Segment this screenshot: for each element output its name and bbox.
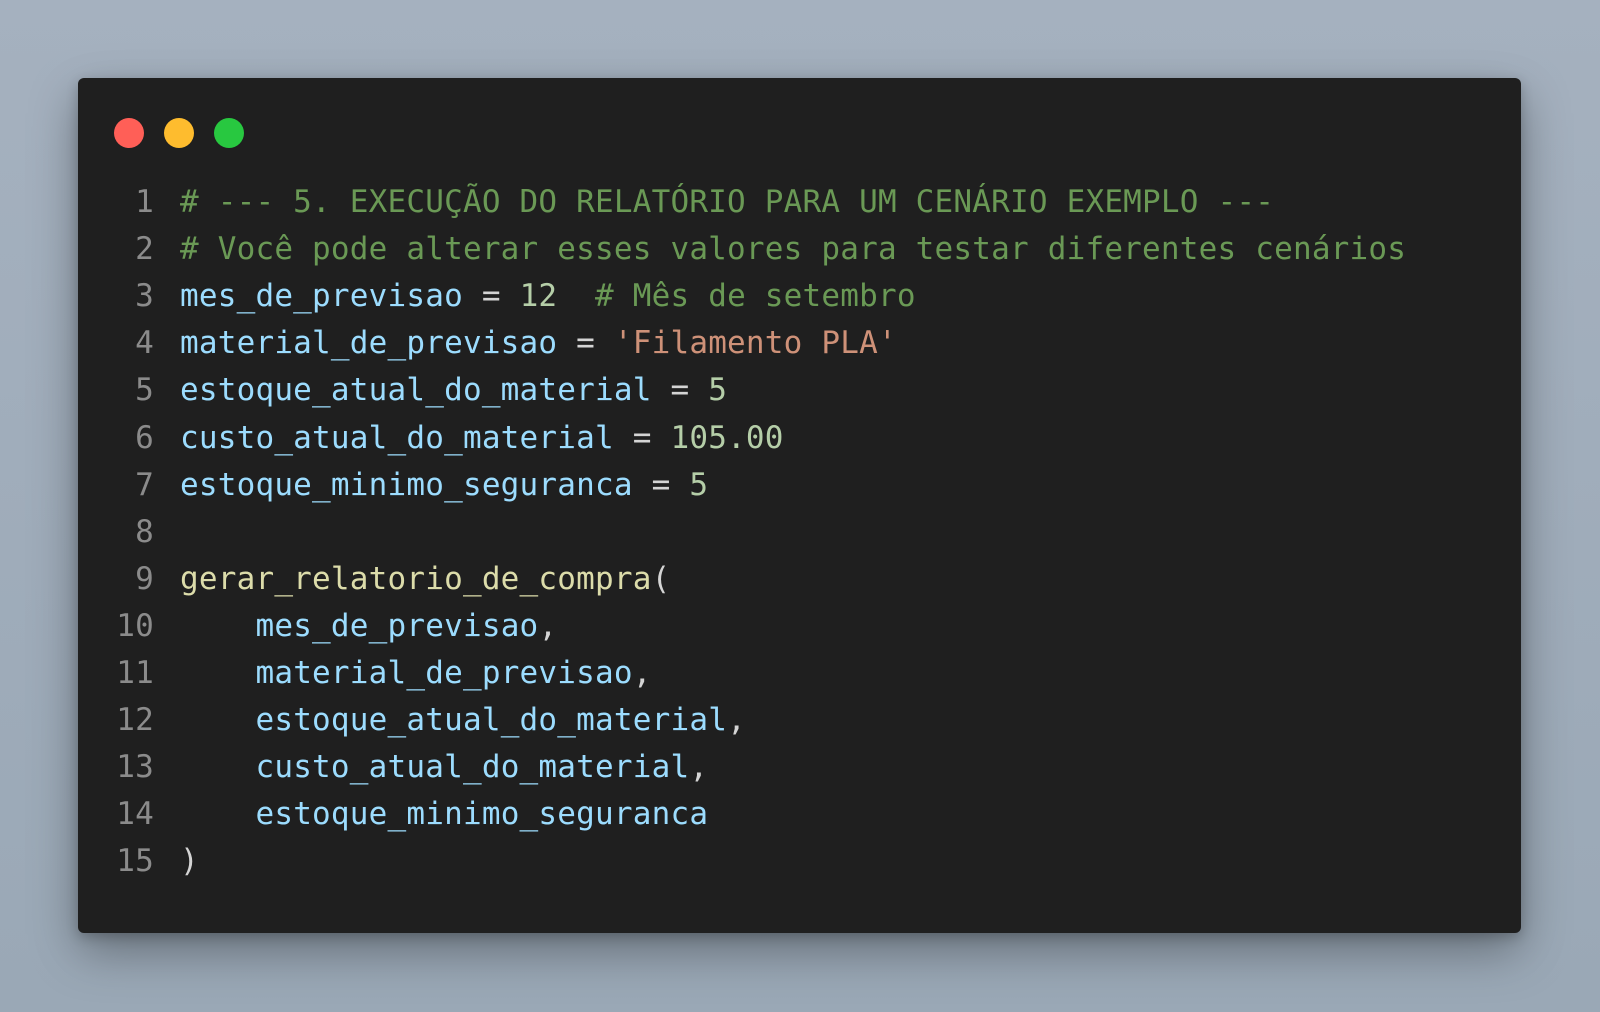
line-number: 12 (116, 702, 154, 739)
code-token-punc: , (632, 655, 652, 691)
line-source: material_de_previsao, (180, 649, 652, 697)
line-source: custo_atual_do_material = 105.00 (180, 414, 784, 462)
line-source: # --- 5. EXECUÇÃO DO RELATÓRIO PARA UM C… (180, 178, 1274, 226)
maximize-button[interactable] (214, 118, 244, 148)
line-source: estoque_atual_do_material = 5 (180, 366, 727, 414)
close-button[interactable] (114, 118, 144, 148)
code-token-op (180, 655, 255, 691)
code-window: 1 # --- 5. EXECUÇÃO DO RELATÓRIO PARA UM … (78, 78, 1521, 933)
line-number: 4 (135, 325, 154, 362)
code-token-op: = (557, 325, 614, 362)
line-number: 6 (135, 419, 154, 456)
code-token-var: estoque_minimo_seguranca (255, 796, 709, 833)
code-token-op: = (462, 278, 520, 315)
code-token-punc: , (689, 749, 709, 786)
line-source: mes_de_previsao = 12 # Mês de setembro (180, 272, 916, 320)
code-token-var: mes_de_previsao (255, 607, 539, 644)
code-token-punc: , (727, 702, 746, 739)
line-source: gerar_relatorio_de_compra( (180, 555, 670, 603)
code-token-punc: ) (180, 843, 199, 880)
code-token-var: custo_atual_do_material (180, 419, 614, 456)
line-number: 1 (135, 184, 154, 220)
code-token-var: material_de_previsao (255, 655, 633, 691)
code-token-num: 105.00 (670, 419, 784, 456)
line-source: estoque_minimo_seguranca (180, 790, 708, 838)
code-token-op (180, 796, 255, 832)
code-token-var: mes_de_previsao (180, 278, 463, 315)
code-token-op (180, 749, 255, 785)
code-token-var: custo_atual_do_material (255, 749, 690, 786)
code-token-op (180, 702, 255, 738)
code-token-op (180, 608, 255, 644)
code-token-str: 'Filamento PLA' (613, 325, 897, 362)
code-token-op: = (632, 466, 690, 503)
line-number: 3 (135, 278, 154, 315)
line-number: 2 (135, 231, 154, 268)
line-source: estoque_minimo_seguranca = 5 (180, 461, 708, 509)
code-token-punc: , (538, 607, 558, 644)
code-token-comment: # --- 5. EXECUÇÃO DO RELATÓRIO PARA UM C… (180, 184, 1275, 220)
line-source: ) (180, 837, 199, 885)
line-number: 11 (116, 655, 154, 691)
code-token-fn: gerar_relatorio_de_compra (180, 560, 652, 597)
line-source: custo_atual_do_material, (180, 743, 708, 791)
code-token-punc: ( (651, 560, 671, 597)
code-token-num: 5 (708, 372, 728, 409)
code-token-op: = (613, 419, 671, 456)
code-token-num: 12 (519, 278, 558, 315)
line-source: # Você pode alterar esses valores para t… (180, 225, 1406, 273)
line-source: material_de_previsao = 'Filamento PLA' (180, 319, 897, 367)
code-token-op (557, 278, 595, 314)
line-number: 14 (116, 796, 154, 833)
line-number: 5 (135, 372, 154, 409)
line-number: 13 (116, 749, 154, 786)
line-number: 9 (135, 560, 154, 597)
line-number: 8 (135, 513, 154, 550)
code-token-comment: # Você pode alterar esses valores para t… (180, 231, 1407, 268)
code-token-var: estoque_atual_do_material (180, 372, 652, 409)
code-token-var: estoque_atual_do_material (255, 702, 728, 739)
code-token-op: = (651, 372, 709, 409)
code-token-num: 5 (689, 466, 709, 503)
line-number: 7 (135, 466, 154, 503)
minimize-button[interactable] (164, 118, 194, 148)
code-token-var: material_de_previsao (180, 325, 558, 362)
line-number: 15 (116, 843, 154, 880)
line-number: 10 (116, 607, 154, 644)
code-token-comment: # Mês de setembro (595, 278, 916, 315)
line-source: estoque_atual_do_material, (180, 696, 746, 744)
line-source: mes_de_previsao, (180, 602, 557, 650)
code-token-var: estoque_minimo_seguranca (180, 466, 633, 503)
